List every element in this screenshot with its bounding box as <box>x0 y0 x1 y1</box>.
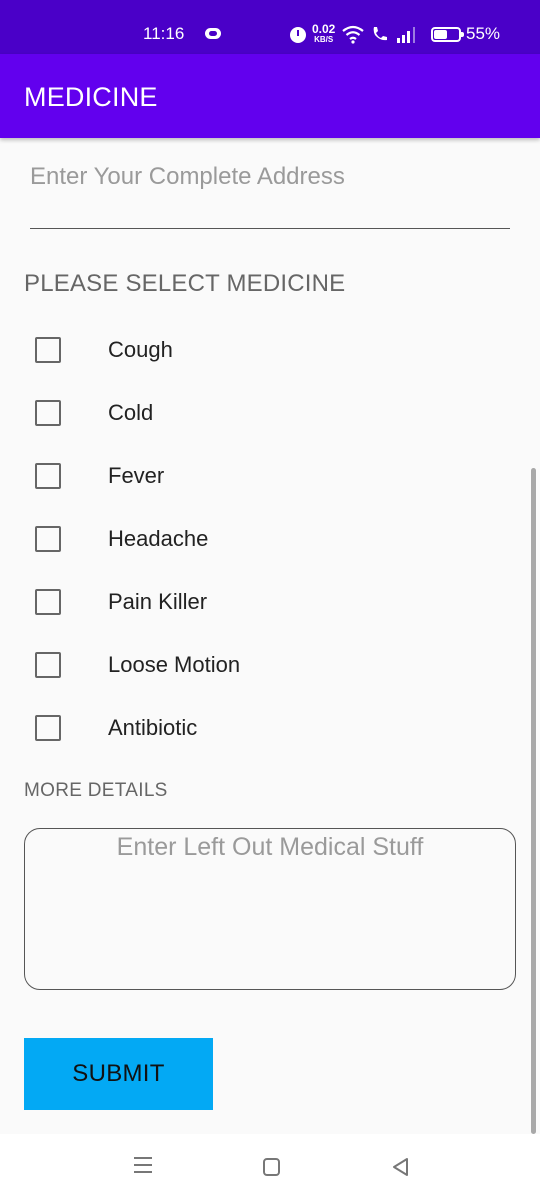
checkbox[interactable] <box>35 337 61 363</box>
checkbox-label: Fever <box>108 463 165 488</box>
medicine-checkbox-cough[interactable]: Cough <box>24 325 324 375</box>
back-icon[interactable] <box>391 1157 411 1177</box>
checkbox-label: Cold <box>108 400 154 425</box>
medicine-checkbox-cold[interactable]: Cold <box>24 388 324 438</box>
network-speed-unit: KB/S <box>314 35 334 44</box>
menu-icon[interactable] <box>134 1157 152 1175</box>
checkbox[interactable] <box>35 589 61 615</box>
address-input[interactable] <box>30 138 510 229</box>
battery-percent: 55% <box>466 24 501 43</box>
medicine-checkbox-antibiotic[interactable]: Antibiotic <box>24 703 324 753</box>
battery-icon <box>431 27 464 42</box>
scrollbar[interactable] <box>531 468 536 1134</box>
status-time: 11:16 <box>143 24 185 43</box>
medicine-checkbox-pain-killer[interactable]: Pain Killer <box>24 577 324 627</box>
alarm-icon <box>290 27 306 43</box>
checkbox[interactable] <box>35 652 61 678</box>
home-icon[interactable] <box>263 1158 280 1176</box>
app-bar: MEDICINE <box>0 54 540 138</box>
more-details-label: MORE DETAILS <box>24 780 168 801</box>
checkbox-label: Loose Motion <box>108 652 241 677</box>
checkbox-label: Headache <box>108 526 209 551</box>
app-title: MEDICINE <box>24 82 158 112</box>
call-icon <box>373 27 387 41</box>
more-details-input[interactable] <box>24 828 516 990</box>
notification-icon <box>205 28 221 39</box>
status-bar: 11:16 0.02 KB/S 55% <box>0 0 540 54</box>
network-speed-value: 0.02 <box>312 22 336 36</box>
medicine-checkbox-fever[interactable]: Fever <box>24 451 324 501</box>
checkbox[interactable] <box>35 526 61 552</box>
checkbox[interactable] <box>35 463 61 489</box>
checkbox-label: Pain Killer <box>108 589 208 614</box>
checkbox-label: Antibiotic <box>108 715 198 740</box>
checkbox[interactable] <box>35 400 61 426</box>
submit-button[interactable]: SUBMIT <box>24 1038 213 1110</box>
medicine-checkbox-headache[interactable]: Headache <box>24 514 324 564</box>
navigation-bar <box>0 1134 540 1200</box>
signal-icon <box>397 27 415 43</box>
checkbox-label: Cough <box>108 337 173 362</box>
medicine-checkbox-loose-motion[interactable]: Loose Motion <box>24 640 324 690</box>
wifi-icon <box>342 25 364 44</box>
network-speed: 0.02 KB/S <box>312 22 336 44</box>
scroll-content[interactable]: PLEASE SELECT MEDICINE Cough Cold Fever … <box>0 138 540 1134</box>
checkbox[interactable] <box>35 715 61 741</box>
medicine-section-label: PLEASE SELECT MEDICINE <box>24 270 346 297</box>
